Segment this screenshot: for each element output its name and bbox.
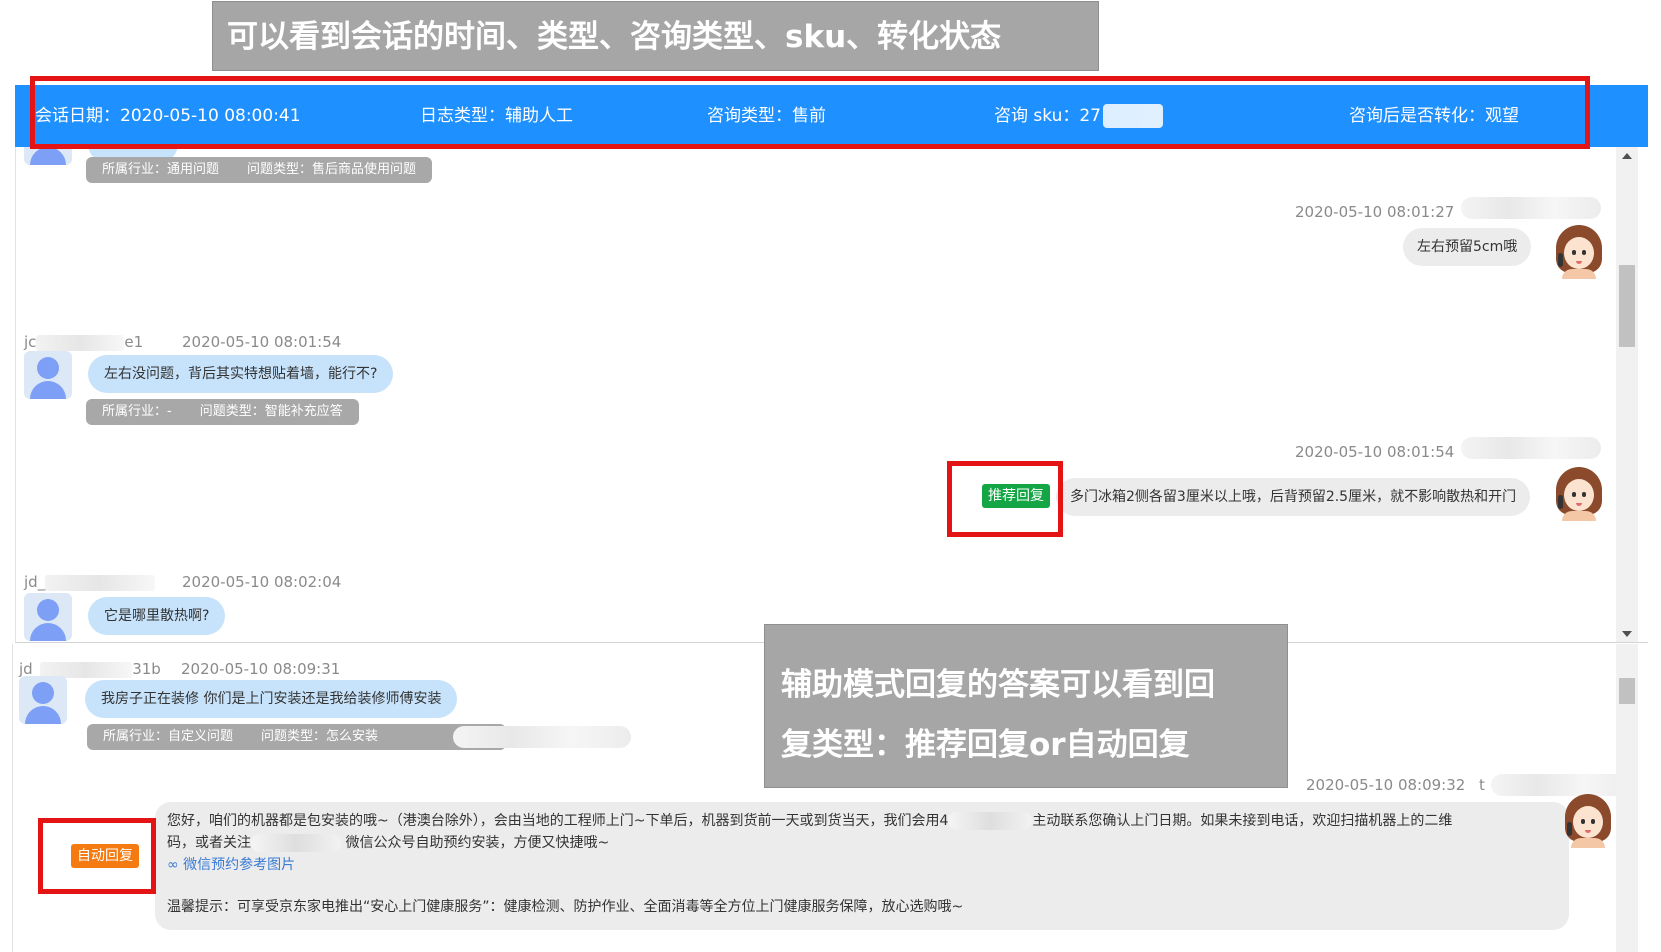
auto-reply-badge: 自动回复 [71,844,139,868]
recommend-reply-badge: 推荐回复 [982,484,1050,508]
reply-line2a: 码，或者关注 [167,835,251,851]
annotation-middle-line1: 辅助模式回复的答案可以看到回 [781,667,1215,703]
agent-bubble-long: 您好，咱们的机器都是包安装的哦~（港澳台除外），会由当地的工程师上门~下单后，机… [155,802,1569,930]
user-avatar [24,593,72,641]
message-time: 2020-05-10 08:01:27 [1295,203,1455,221]
message-time: 2020-05-10 08:09:31 [181,660,341,678]
chat-scrollbar-bottom[interactable] [1616,644,1638,952]
message-tags: 所属行业：通用问题 问题类型：售后商品使用问题 [86,157,433,183]
scrollbar-thumb[interactable] [1619,678,1635,704]
question-type-tag: 问题类型：售后商品使用问题 [247,162,417,177]
scroll-up-icon[interactable] [1622,153,1632,159]
agent-avatar [1554,225,1604,279]
chat-panel-top[interactable]: 所属行业：通用问题 问题类型：售后商品使用问题 2020-05-10 08:01:… [15,147,1648,643]
message-tags: 所属行业：- 问题类型：智能补充应答 [86,399,359,425]
agent-name: t [1479,776,1485,794]
user-bubble: 左右没问题，背后其实特想贴着墙，能行不? [88,355,394,393]
message-time: 2020-05-10 08:09:32 [1306,776,1466,794]
message-time: 2020-05-10 08:02:04 [182,573,342,591]
question-type-tag: 问题类型：怎么安装 [261,729,379,744]
annotation-middle-line2: 复类型：推荐回复or自动回复 [781,727,1190,763]
question-type-tag: 问题类型：智能补充应答 [199,404,343,419]
scrollbar-thumb[interactable] [1619,265,1635,347]
industry-tag: 所属行业：自定义问题 [103,729,234,744]
phone-redaction [948,812,1033,830]
wechat-reference-link[interactable]: ∞ 微信预约参考图片 [167,854,295,874]
user-avatar [24,351,72,399]
session-date: 会话日期：2020-05-10 08:00:41 [35,106,301,126]
reply-line1a: 您好，咱们的机器都是包安装的哦~（港澳台除外），会由当地的工程师上门~下单后，机… [167,813,949,829]
account-redaction [251,834,341,852]
sku-redaction [1103,104,1163,128]
conversion-status: 咨询后是否转化：观望 [1349,106,1519,126]
agent-avatar [1554,467,1604,521]
reply-line4: 温馨提示：可享受京东家电推出“安心上门健康服务”：健康检测、防护作业、全面消毒等… [167,899,964,915]
agent-name-redaction [1491,774,1631,796]
user-bubble: 它是哪里散热啊? [88,597,226,635]
agent-bubble: 左右预留5cm哦 [1403,228,1532,266]
scroll-down-icon[interactable] [1622,631,1632,637]
sku-text: 咨询 sku：27 [994,106,1101,126]
consult-type: 咨询类型：售前 [707,106,826,126]
user-avatar [24,147,72,165]
agent-bubble: 多门冰箱2侧各留3厘米以上哦，后背预留2.5厘米，就不影响散热和开门 [1056,478,1531,516]
user-avatar [19,676,67,724]
reply-line2b: 微信公众号自助预约安装，方便又快捷哦~ [345,835,610,851]
agent-name-redaction [1461,197,1601,219]
annotation-top: 可以看到会话的时间、类型、咨询类型、sku、转化状态 [212,1,1099,71]
reply-line1b: 主动联系您确认上门日期。如果未接到电话，欢迎扫描机器上的二维 [1032,813,1453,829]
chat-scrollbar[interactable] [1616,147,1638,642]
annotation-middle: 辅助模式回复的答案可以看到回 复类型：推荐回复or自动回复 [764,624,1288,788]
user-name: jc e1 [24,333,144,351]
user-name: jd_ [24,573,156,591]
user-bubble: 我房子正在装修 你们是上门安装还是我给装修师傅安装 [85,680,458,718]
agent-avatar [1563,794,1613,848]
agent-name-redaction [1461,437,1601,459]
industry-tag: 所属行业：通用问题 [102,162,220,177]
consult-sku: 咨询 sku：27 [994,85,1163,147]
message-tags: 所属行业：自定义问题 问题类型：怎么安装 [87,724,507,750]
message-time: 2020-05-10 08:01:54 [182,333,342,351]
message-time: 2020-05-10 08:01:54 [1295,443,1455,461]
session-header-bar: 会话日期：2020-05-10 08:00:41 日志类型：辅助人工 咨询类型：… [15,85,1648,147]
log-type: 日志类型：辅助人工 [420,106,573,126]
tag-redaction [453,726,631,748]
industry-tag: 所属行业：- [102,404,172,419]
